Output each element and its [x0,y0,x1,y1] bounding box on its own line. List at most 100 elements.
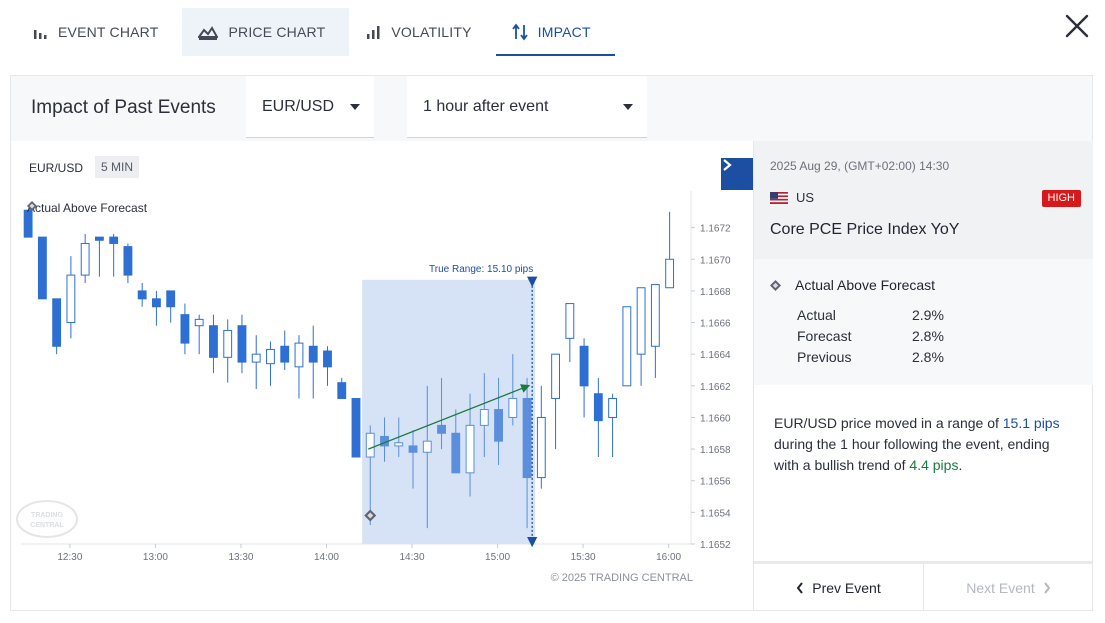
close-icon[interactable] [1063,12,1091,40]
candle [351,397,361,458]
candle [650,284,660,378]
tab-label: PRICE CHART [228,24,326,40]
outcome-label: Actual Above Forecast [795,277,936,293]
true-range-label: True Range: 15.10 pips [429,264,533,275]
candle-body [166,290,176,308]
us-flag-icon [770,191,788,204]
candle-body [294,342,304,368]
y-tick-label: 1.1656 [700,477,731,488]
candle [593,377,603,457]
page-title: Impact of Past Events [31,97,216,118]
candle [294,335,304,399]
candle-body [37,236,47,300]
candle [137,283,147,307]
x-tick-label: 13:30 [228,552,253,563]
candle [551,353,560,450]
candle-body [80,242,90,276]
candle-body [365,432,375,458]
candle-body [508,397,518,418]
candle-body [593,393,603,422]
summary-text: . [958,457,963,473]
value-label: Actual [797,307,836,323]
candle [337,377,347,399]
tab-label: IMPACT [537,24,591,40]
event-name: Core PCE Price Index YoY [770,221,960,238]
value-row-forecast: Forecast 2.8% [797,328,957,344]
event-datetime: 2025 Aug 29, (GMT+02:00) 14:30 [770,159,950,173]
candle [109,233,119,277]
summary-trend: 4.4 pips [909,457,959,473]
tab-label: EVENT CHART [58,24,159,40]
prev-event-button[interactable]: Prev Event [754,564,924,611]
tab-price-chart[interactable]: PRICE CHART [182,8,350,56]
candle-body [266,348,275,365]
y-tick-label: 1.1672 [700,224,731,235]
candle-body [422,440,432,453]
chevron-left-icon [796,581,804,594]
candle-body [408,445,418,453]
candle-body [565,303,575,339]
candle-body [536,416,546,479]
candle [209,314,218,374]
period-select[interactable]: 1 hour after event [407,76,647,138]
next-event-button[interactable]: Next Event [924,564,1093,611]
y-tick-label: 1.1664 [700,350,731,361]
candle-body [622,306,632,387]
chevron-right-icon [723,159,732,171]
candle-body [579,345,589,387]
candle-body [636,287,646,355]
candle-body [608,397,618,418]
value-number: 2.8% [912,328,944,344]
candle-body [451,432,461,474]
candle-body [308,345,318,363]
candle [223,319,233,383]
y-tick-label: 1.1670 [700,255,731,266]
tab-label: VOLATILITY [391,24,472,40]
candle [665,211,675,289]
candle [152,290,161,326]
candle-body [337,382,347,399]
candle-body [251,353,261,363]
expand-button[interactable] [721,158,753,190]
candle [52,298,62,355]
candle [565,303,575,363]
summary-text: EUR/USD price moved in a range of [774,415,1003,431]
up-down-arrows-icon [511,23,528,41]
y-tick-label: 1.1668 [700,287,731,298]
value-label: Forecast [797,328,852,344]
country-label: US [796,190,815,205]
value-number: 2.8% [912,349,944,365]
candle [166,290,176,323]
candle-body [137,290,147,300]
candle [237,314,247,374]
symbol-select[interactable]: EUR/USD [246,76,374,138]
candle [280,330,290,370]
event-details: 2025 Aug 29, (GMT+02:00) 14:30 US HIGH C… [753,141,1093,611]
diamond-icon [27,201,37,211]
x-tick-label: 12:30 [57,552,82,563]
candle-body [351,397,361,458]
prev-event-label: Prev Event [812,579,881,596]
candle-body [123,246,133,276]
chart-copyright: © 2025 TRADING CENTRAL [550,572,693,584]
candle [94,236,104,277]
value-row-previous: Previous 2.8% [797,349,957,365]
diamond-icon [770,279,781,291]
y-tick-label: 1.1660 [700,413,731,424]
x-tick-label: 14:00 [314,552,339,563]
candle [123,243,133,283]
impact-panel: Impact of Past Events EUR/USD 1 hour aft… [10,75,1093,611]
value-number: 2.9% [912,307,944,323]
price-impact-chart: 1.1652 1.1654 1.1656 1.1658 1.1660 1.1662 1.16… [11,141,753,611]
candle-body [194,318,204,327]
event-country: US [770,190,814,205]
chevron-down-icon [350,104,360,110]
y-tick-label: 1.1658 [700,445,731,456]
svg-text:TRADING: TRADING [31,512,63,519]
tab-volatility[interactable]: VOLATILITY [349,8,495,56]
candle [536,385,546,489]
candle [308,325,318,399]
tab-impact[interactable]: IMPACT [495,8,615,56]
value-label: Previous [797,349,852,365]
tab-event-chart[interactable]: EVENT CHART [16,8,182,56]
